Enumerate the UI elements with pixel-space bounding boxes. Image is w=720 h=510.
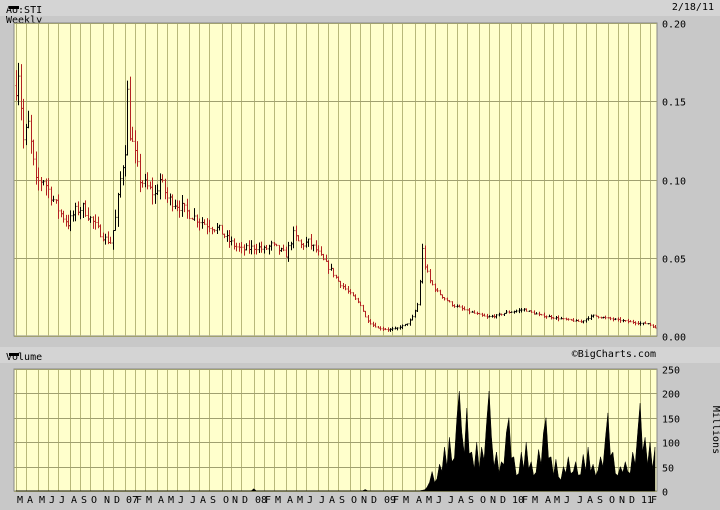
x-tick-label: M: [403, 495, 409, 506]
x-tick-label: N: [232, 495, 238, 506]
x-tick-label: O: [351, 495, 357, 506]
x-tick-label: D: [500, 495, 506, 506]
x-tick-label: S: [597, 495, 603, 506]
x-tick-label: M: [146, 495, 152, 506]
x-tick-label: N: [361, 495, 367, 506]
price-chart-header: AU:STI Weekly 2/18/11: [0, 0, 720, 26]
y-tick-label: 50: [662, 464, 674, 475]
x-tick-label: J: [436, 495, 442, 506]
x-tick-label: O: [480, 495, 486, 506]
x-tick-label: S: [468, 495, 474, 506]
ohlc-bar: [466, 309, 469, 311]
x-tick-label: A: [458, 495, 464, 506]
x-tick-label: M: [39, 495, 45, 506]
legend-line-icon: [9, 6, 19, 9]
x-tick-label: J: [307, 495, 313, 506]
y-tick-label: 150: [662, 415, 680, 426]
x-tick-label: M: [17, 495, 23, 506]
x-tick-label: S: [210, 495, 216, 506]
x-tick-label: J: [448, 495, 454, 506]
volume-legend-icon: [9, 353, 19, 356]
x-tick-label: A: [287, 495, 293, 506]
price-chart: 0.20 0.15 0.10 0.05 0.00: [13, 20, 686, 344]
plot-area: [13, 22, 658, 337]
x-tick-label: M: [275, 495, 281, 506]
x-tick-label: A: [587, 495, 593, 506]
x-tick-label: F: [522, 495, 528, 506]
x-tick-label: M: [426, 495, 432, 506]
x-tick-label: O: [609, 495, 615, 506]
x-tick-label: D: [371, 495, 377, 506]
y-tick-label: 0.00: [662, 333, 686, 344]
x-tick-label: F: [393, 495, 399, 506]
x-tick-label: A: [71, 495, 77, 506]
y-tick-label: 0: [662, 488, 668, 499]
x-tick-label: M: [554, 495, 560, 506]
volume-chart: 250 200 150 100 50 0 Millions M A M J J A S O N D 07F M A M J…: [13, 366, 720, 506]
y-tick-label: 0.20: [662, 20, 686, 31]
x-tick-label: D: [114, 495, 120, 506]
brand-label: ©BigCharts.com: [571, 349, 656, 360]
x-tick-label: M: [297, 495, 303, 506]
x-tick-label: N: [619, 495, 625, 506]
x-tick-label: J: [59, 495, 65, 506]
x-tick-label: J: [49, 495, 55, 506]
volume-chart-header: Volume ©BigCharts.com: [0, 347, 720, 363]
x-tick-label: N: [104, 495, 110, 506]
x-tick-label: A: [416, 495, 422, 506]
x-tick-label: S: [339, 495, 345, 506]
x-tick-label: N: [490, 495, 496, 506]
x-tick-label: M: [168, 495, 174, 506]
x-tick-label: F: [265, 495, 271, 506]
x-tick-label: J: [319, 495, 325, 506]
x-tick-label: A: [329, 495, 335, 506]
y-tick-label: 100: [662, 439, 680, 450]
y-tick-label: 200: [662, 390, 680, 401]
y-tick-label: 0.10: [662, 177, 686, 188]
x-tick-label: O: [91, 495, 97, 506]
plot-area: [13, 368, 658, 492]
x-tick-label: A: [200, 495, 206, 506]
x-tick-label: J: [190, 495, 196, 506]
x-tick-label: D: [242, 495, 248, 506]
chart-date: 2/18/11: [671, 2, 714, 13]
y-tick-label: 250: [662, 366, 680, 377]
x-axis-labels: M A M J J A S O N D 07F M A M J J A S O N D 08F M A M J J A S O N D 09F M…: [17, 495, 657, 506]
x-tick-label: J: [577, 495, 583, 506]
volume-unit-label: Millions: [710, 406, 720, 454]
x-tick-label: J: [564, 495, 570, 506]
x-tick-label: J: [178, 495, 184, 506]
y-tick-label: 0.05: [662, 255, 686, 266]
x-tick-label: F: [651, 495, 657, 506]
x-tick-label: A: [27, 495, 33, 506]
x-tick-label: D: [629, 495, 635, 506]
x-tick-label: A: [545, 495, 551, 506]
x-tick-label: A: [158, 495, 164, 506]
x-tick-label: S: [81, 495, 87, 506]
x-tick-label: O: [223, 495, 229, 506]
y-tick-label: 0.15: [662, 98, 686, 109]
x-tick-label: M: [532, 495, 538, 506]
x-tick-label: F: [136, 495, 142, 506]
